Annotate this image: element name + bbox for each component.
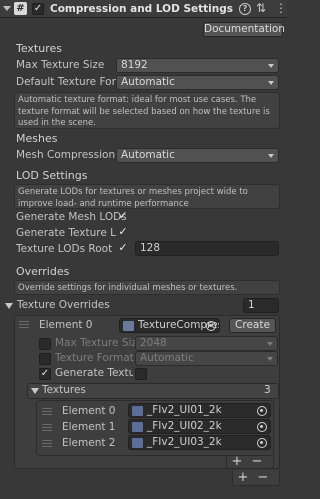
- texture-overrides-count[interactable]: 1: [243, 298, 279, 313]
- drag-handle-icon[interactable]: [42, 440, 52, 447]
- script-hash-icon: #: [14, 2, 27, 15]
- add-override-button[interactable]: +: [235, 471, 251, 485]
- generate-texture-lods-override-checkbox[interactable]: ✓: [39, 368, 51, 380]
- texture-element-0-field[interactable]: _FIv2_UI01_2k: [128, 403, 271, 418]
- texture-lods-root-size-label: Texture LODs Root Size: [16, 243, 116, 255]
- foldout-arrow-icon[interactable]: [31, 388, 39, 394]
- mesh-compression-label: Mesh Compression: [16, 149, 116, 161]
- override-texture-format-value: Automatic: [140, 352, 194, 364]
- scriptable-object-icon: [123, 321, 134, 331]
- texture-format-info: Automatic texture format: ideal for most…: [14, 92, 280, 129]
- component-title: Compression and LOD Settings (Needle): [50, 3, 236, 15]
- generate-mesh-lods-label: Generate Mesh LODs: [16, 211, 127, 223]
- texture-lods-root-size-field[interactable]: 128: [135, 241, 279, 256]
- override-texture-format-label: Texture Format: [55, 352, 134, 364]
- texture-compression-settings-field[interactable]: TextureCompressionSettings: [119, 318, 220, 333]
- context-menu-icon[interactable]: ⋮: [275, 1, 287, 15]
- max-texture-size-dropdown[interactable]: 8192: [116, 58, 279, 73]
- default-texture-format-dropdown[interactable]: Automatic: [116, 75, 279, 90]
- overrides-info: Override settings for individual meshes …: [14, 280, 280, 295]
- drag-handle-icon[interactable]: [42, 424, 52, 431]
- textures-list-count[interactable]: 3: [264, 384, 278, 399]
- chevron-down-icon: [267, 357, 273, 361]
- max-texture-size-override-checkbox[interactable]: [39, 338, 51, 350]
- texture-icon: [132, 438, 143, 448]
- generate-texture-lods-checkbox[interactable]: ✓: [117, 226, 129, 239]
- generate-texture-lods-value-checkbox[interactable]: [135, 368, 147, 380]
- help-icon[interactable]: ?: [239, 3, 251, 15]
- meshes-heading: Meshes: [16, 132, 58, 145]
- texture-lods-root-size-checkbox[interactable]: ✓: [117, 242, 129, 255]
- presets-icon[interactable]: ⇅: [256, 1, 266, 15]
- foldout-arrow-icon[interactable]: [3, 6, 11, 11]
- override-max-texture-size-value: 2048: [140, 337, 167, 349]
- chevron-down-icon: [268, 64, 274, 68]
- override-generate-texture-lods-label: Generate Texture LODs: [55, 367, 133, 379]
- texture-element-2-label: Element 2: [62, 437, 116, 449]
- texture-element-0-value: _FIv2_UI01_2k: [147, 404, 222, 416]
- drag-handle-icon[interactable]: [19, 321, 29, 328]
- lod-settings-heading: LOD Settings: [16, 169, 88, 182]
- texture-icon: [132, 422, 143, 432]
- drag-handle-icon[interactable]: [42, 408, 52, 415]
- texture-element-1-value: _FIv2_UI02_2k: [147, 420, 222, 432]
- max-texture-size-value: 8192: [121, 59, 148, 71]
- documentation-button[interactable]: Documentation: [203, 22, 285, 37]
- texture-format-override-checkbox[interactable]: [39, 353, 51, 365]
- remove-override-button[interactable]: −: [255, 471, 271, 485]
- textures-list-label[interactable]: Textures: [42, 384, 86, 396]
- object-picker-icon[interactable]: [257, 406, 267, 416]
- chevron-down-icon: [267, 342, 273, 346]
- generate-mesh-lods-checkbox[interactable]: ✓: [117, 210, 129, 223]
- texture-element-2-value: _FIv2_UI03_2k: [147, 436, 222, 448]
- remove-texture-button[interactable]: −: [249, 455, 265, 469]
- element-0-label: Element 0: [39, 319, 93, 331]
- foldout-arrow-icon[interactable]: [5, 303, 13, 309]
- texture-element-1-field[interactable]: _FIv2_UI02_2k: [128, 419, 271, 434]
- chevron-down-icon: [268, 154, 274, 158]
- create-button[interactable]: Create: [229, 318, 276, 333]
- textures-heading: Textures: [16, 42, 62, 55]
- texture-overrides-label[interactable]: Texture Overrides: [17, 299, 110, 311]
- default-texture-format-label: Default Texture Format: [16, 76, 116, 88]
- component-enabled-checkbox[interactable]: ✓: [32, 3, 44, 15]
- texture-icon: [132, 406, 143, 416]
- object-picker-icon[interactable]: [257, 438, 267, 448]
- mesh-compression-value: Automatic: [121, 149, 175, 161]
- override-texture-format-dropdown[interactable]: Automatic: [135, 351, 278, 366]
- texture-element-1-label: Element 1: [62, 421, 116, 433]
- object-picker-icon[interactable]: [206, 321, 216, 331]
- add-texture-button[interactable]: +: [229, 455, 245, 469]
- object-picker-icon[interactable]: [257, 422, 267, 432]
- chevron-down-icon: [268, 81, 274, 85]
- override-max-texture-size-label: Max Texture Size: [55, 337, 135, 349]
- override-max-texture-size-dropdown[interactable]: 2048: [135, 336, 278, 351]
- generate-texture-lods-label: Generate Texture LODs: [16, 227, 116, 239]
- texture-element-2-field[interactable]: _FIv2_UI03_2k: [128, 435, 271, 450]
- max-texture-size-label: Max Texture Size: [16, 59, 105, 71]
- texture-element-0-label: Element 0: [62, 405, 116, 417]
- lod-info: Generate LODs for textures or meshes pro…: [14, 184, 280, 209]
- mesh-compression-dropdown[interactable]: Automatic: [116, 148, 279, 163]
- overrides-heading: Overrides: [16, 265, 70, 278]
- default-texture-format-value: Automatic: [121, 76, 175, 88]
